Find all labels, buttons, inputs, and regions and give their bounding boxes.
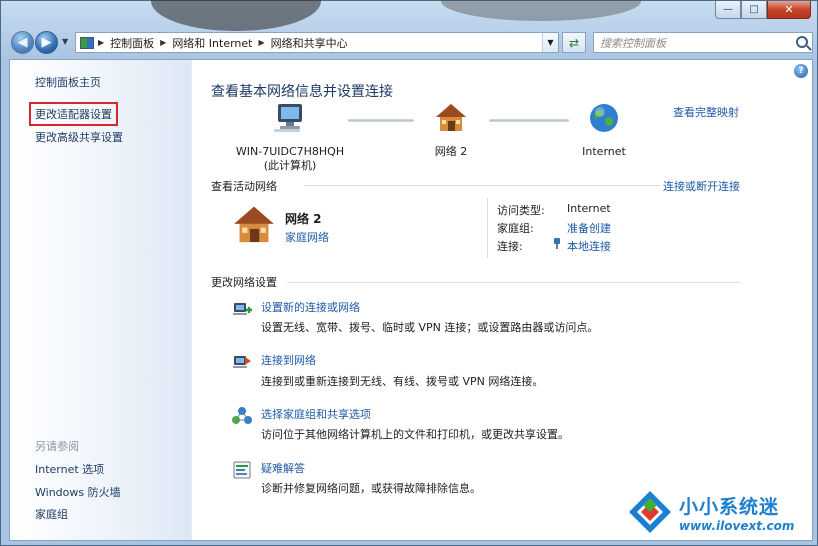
- internet-name: Internet: [582, 145, 626, 158]
- connect-disconnect-link[interactable]: 连接或断开连接: [663, 178, 740, 194]
- divider: [305, 185, 660, 186]
- local-connection-link[interactable]: 本地连接: [567, 238, 611, 254]
- watermark-logo-icon: [629, 491, 671, 533]
- navigation-bar: ◀ ▶ ▼ ▶ 控制面板 ▶ 网络和 Internet ▶ 网络和共享中心 ▼ …: [9, 29, 813, 57]
- computer-sub: (此计算机): [263, 159, 317, 172]
- breadcrumb-network-internet[interactable]: 网络和 Internet: [172, 35, 252, 51]
- homegroup-sharing-desc: 访问位于其他网络计算机上的文件和打印机，或更改共享设置。: [261, 428, 569, 441]
- computer-name: WIN-7UIDC7H8HQH: [235, 145, 345, 158]
- arrow-right-icon: ▶: [41, 35, 52, 50]
- sidebar-change-adapter-settings[interactable]: 更改适配器设置: [29, 102, 118, 126]
- active-networks-heading: 查看活动网络: [211, 180, 277, 193]
- search-icon[interactable]: [796, 36, 808, 48]
- setup-connection-desc: 设置无线、宽带、拨号、临时或 VPN 连接；或设置路由器或访问点。: [261, 321, 599, 334]
- maximize-button[interactable]: □: [741, 1, 767, 19]
- connect-network-link[interactable]: 连接到网络: [261, 352, 316, 368]
- back-button[interactable]: ◀: [11, 31, 34, 54]
- homegroup-link[interactable]: 准备创建: [567, 220, 611, 236]
- sidebar-windows-firewall[interactable]: Windows 防火墙: [35, 484, 121, 500]
- connect-network-icon: [233, 356, 251, 368]
- refresh-icon: ⇄: [568, 35, 580, 50]
- breadcrumb-separator-icon[interactable]: ▶: [160, 38, 166, 47]
- forward-button[interactable]: ▶: [35, 31, 58, 54]
- desktop-background-shape: [441, 0, 641, 21]
- arrow-left-icon: ◀: [17, 35, 28, 50]
- watermark-name: 小小系统迷: [679, 495, 780, 518]
- homegroup-sharing-link[interactable]: 选择家庭组和共享选项: [261, 406, 371, 422]
- help-button[interactable]: ?: [794, 64, 808, 78]
- ethernet-icon: [554, 238, 560, 249]
- network-type-link[interactable]: 家庭网络: [285, 229, 329, 245]
- view-full-map-link[interactable]: 查看完整映射: [673, 104, 739, 120]
- breadcrumb-separator-icon[interactable]: ▶: [259, 38, 265, 47]
- breadcrumb-control-panel[interactable]: 控制面板: [110, 35, 154, 51]
- search-box[interactable]: 搜索控制面板: [593, 32, 813, 53]
- connection-line: [348, 119, 414, 122]
- house-icon: [234, 206, 274, 243]
- recent-pages-dropdown[interactable]: ▼: [62, 37, 68, 46]
- active-network-name: 网络 2: [285, 212, 322, 226]
- sidebar-change-advanced-sharing[interactable]: 更改高级共享设置: [35, 129, 123, 145]
- access-type-label: 访问类型:: [497, 204, 545, 217]
- caption-buttons: — □ ✕: [715, 1, 811, 19]
- network-name: 网络 2: [434, 145, 468, 158]
- address-bar[interactable]: ▶ 控制面板 ▶ 网络和 Internet ▶ 网络和共享中心 ▼: [75, 32, 559, 53]
- connection-line: [489, 119, 569, 122]
- troubleshoot-icon: [233, 461, 251, 479]
- sidebar-control-panel-home[interactable]: 控制面板主页: [35, 74, 101, 90]
- breadcrumb-network-sharing-center[interactable]: 网络和共享中心: [271, 35, 348, 51]
- map-node-computer[interactable]: WIN-7UIDC7H8HQH (此计算机): [235, 102, 345, 173]
- refresh-button[interactable]: ⇄: [562, 32, 586, 53]
- minimize-button[interactable]: —: [715, 1, 741, 19]
- window-frame: — □ ✕ ◀ ▶ ▼ ▶ 控制面板 ▶ 网络和 Internet ▶ 网络和共…: [0, 0, 818, 546]
- address-dropdown-button[interactable]: ▼: [542, 33, 558, 52]
- content-area: 控制面板主页 更改适配器设置 更改高级共享设置 另请参阅 Internet 选项…: [9, 59, 813, 541]
- homegroup-sharing-icon: [232, 407, 252, 424]
- connections-label: 连接:: [497, 240, 523, 253]
- sidebar-internet-options[interactable]: Internet 选项: [35, 461, 104, 477]
- change-settings-heading: 更改网络设置: [211, 276, 277, 289]
- access-type-value: Internet: [567, 202, 611, 215]
- divider: [287, 282, 740, 283]
- see-also-heading: 另请参阅: [35, 440, 79, 453]
- close-button[interactable]: ✕: [767, 1, 811, 19]
- control-panel-icon: [80, 36, 94, 49]
- chevron-down-icon: ▼: [547, 38, 554, 47]
- vertical-divider: [487, 198, 488, 258]
- homegroup-label: 家庭组:: [497, 222, 534, 235]
- watermark-url: www.ilovext.com: [679, 518, 795, 533]
- map-node-internet[interactable]: Internet: [574, 102, 634, 159]
- sidebar-homegroup[interactable]: 家庭组: [35, 506, 68, 522]
- page-title: 查看基本网络信息并设置连接: [211, 84, 393, 100]
- globe-icon: [590, 104, 618, 132]
- breadcrumb-separator-icon[interactable]: ▶: [98, 38, 104, 47]
- site-watermark: 小小系统迷 www.ilovext.com: [627, 489, 807, 535]
- desktop-background-shape: [151, 0, 321, 31]
- help-icon: ?: [798, 66, 804, 76]
- troubleshoot-desc: 诊断并修复网络问题，或获得故障排除信息。: [261, 482, 481, 495]
- connect-network-desc: 连接到或重新连接到无线、有线、拨号或 VPN 网络连接。: [261, 375, 544, 388]
- troubleshoot-link[interactable]: 疑难解答: [261, 460, 305, 476]
- setup-connection-link[interactable]: 设置新的连接或网络: [261, 299, 360, 315]
- new-connection-icon: [233, 303, 252, 315]
- search-input[interactable]: 搜索控制面板: [600, 35, 666, 51]
- house-icon: [436, 104, 466, 131]
- sidebar: 控制面板主页 更改适配器设置 更改高级共享设置 另请参阅 Internet 选项…: [10, 60, 192, 540]
- main-panel: ? 查看基本网络信息并设置连接 查看完整映射 WIN-7UIDC7H8HQH (…: [193, 60, 812, 540]
- map-node-network[interactable]: 网络 2: [421, 102, 481, 159]
- computer-icon: [274, 104, 302, 132]
